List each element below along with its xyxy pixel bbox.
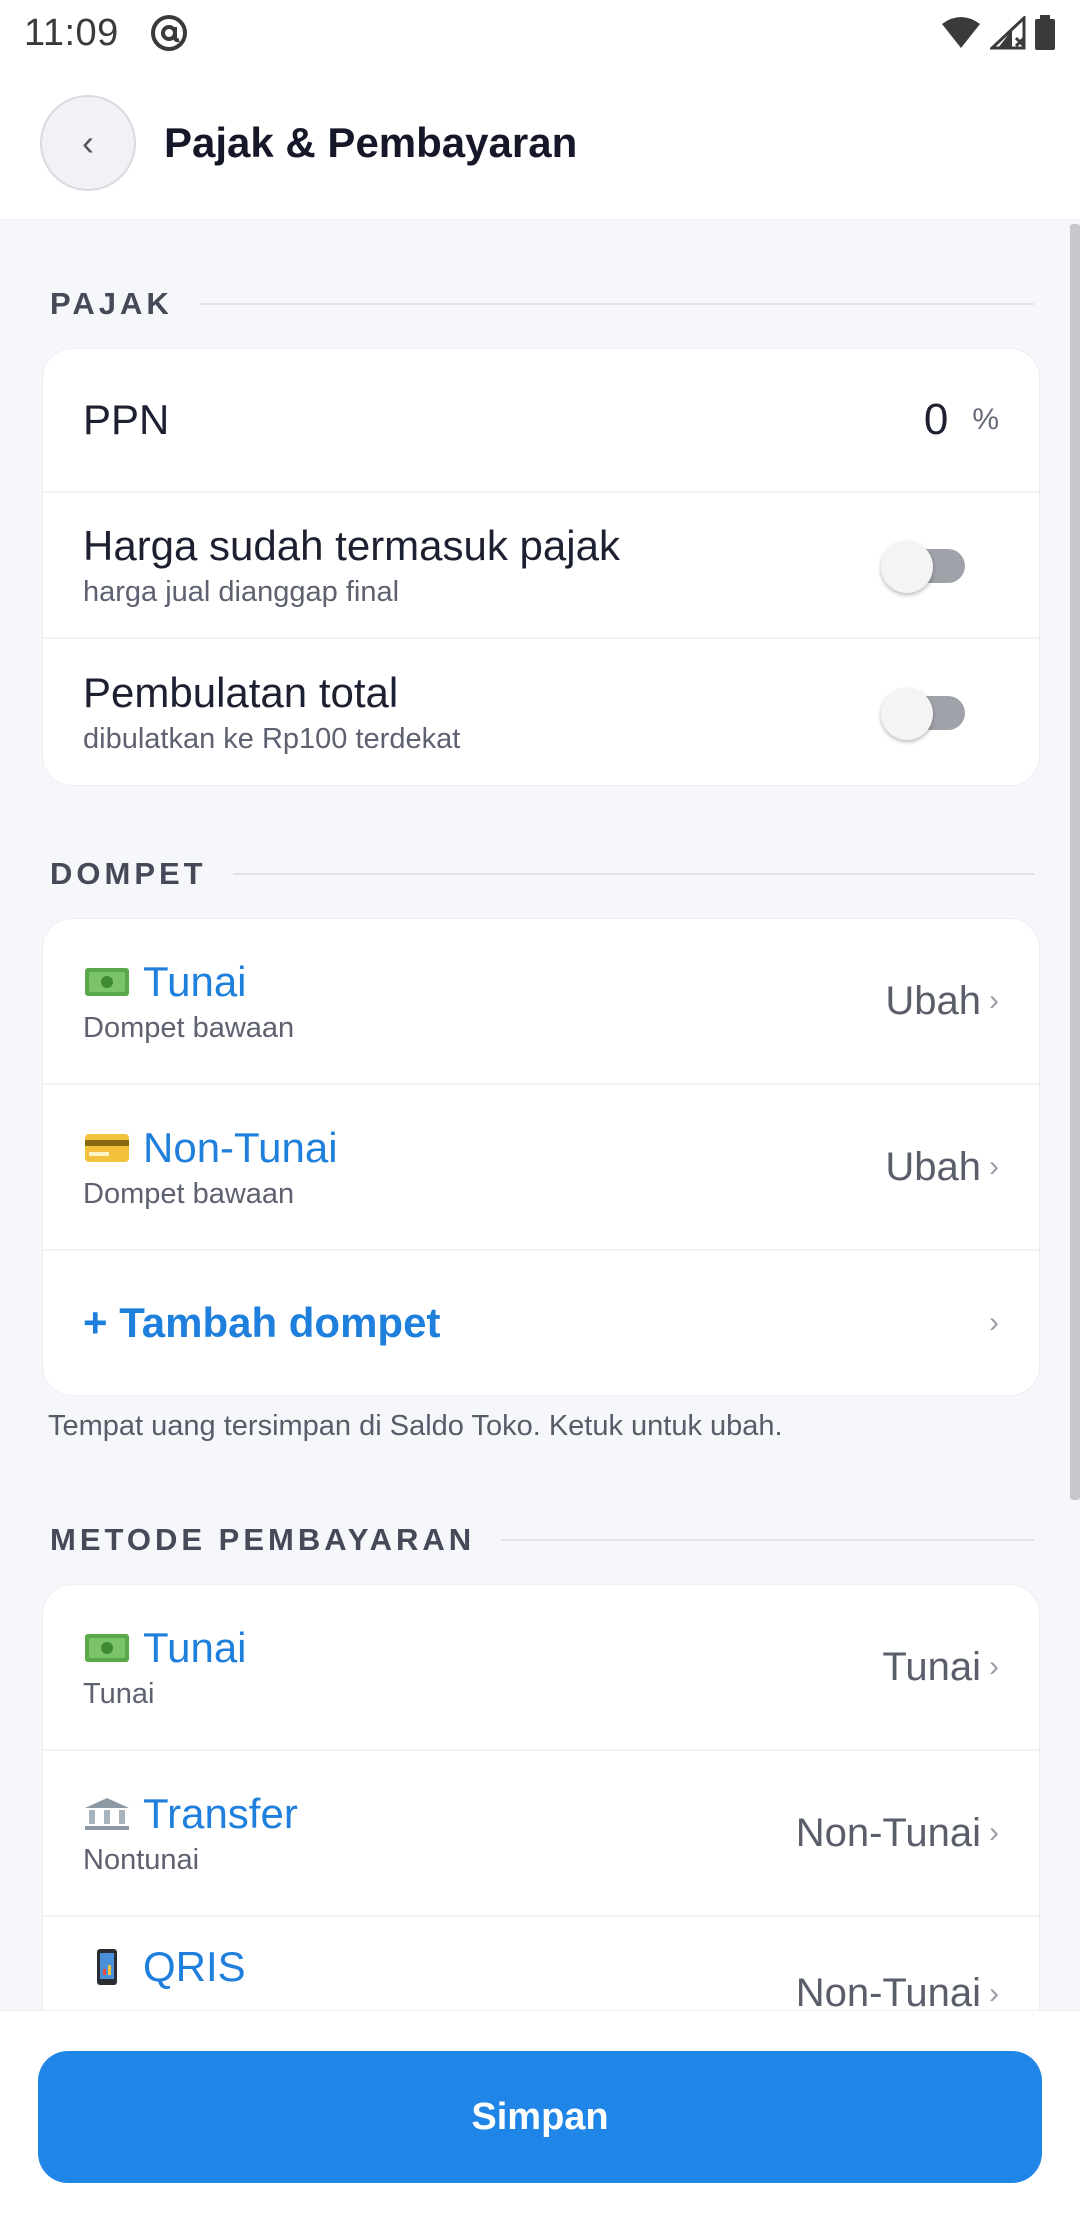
chevron-right-icon: ›: [989, 984, 999, 1017]
divider: [501, 1539, 1034, 1541]
divider: [198, 303, 1034, 305]
rounding-toggle[interactable]: [881, 684, 971, 740]
payment-method-tunai[interactable]: Tunai Tunai Tunai ›: [43, 1585, 1039, 1751]
settings-content[interactable]: PAJAK PPN 0 % Harga sudah termasuk pajak…: [0, 220, 1080, 2010]
edit-wallet-link[interactable]: Ubah: [885, 979, 981, 1024]
divider: [232, 873, 1034, 875]
row-title: Pembulatan total: [83, 668, 399, 716]
payment-method-card: Tunai Tunai Tunai › Transfer Nontunai No…: [42, 1584, 1040, 2010]
wallet-item-tunai[interactable]: Tunai Dompet bawaan Ubah ›: [43, 919, 1039, 1085]
chevron-right-icon: ›: [989, 1306, 999, 1339]
bank-icon: [85, 1797, 129, 1830]
tax-inclusive-toggle[interactable]: [881, 537, 971, 593]
section-header-pajak: PAJAK: [50, 284, 1034, 324]
save-button[interactable]: Simpan: [38, 2051, 1042, 2183]
payment-method-name: QRIS: [143, 1943, 246, 1990]
status-bar: 11:09: [0, 0, 1080, 66]
row-subtitle: harga jual dianggap final: [83, 575, 400, 608]
tax-inclusive-row[interactable]: Harga sudah termasuk pajak harga jual di…: [43, 493, 1039, 639]
ppn-input[interactable]: 0: [924, 395, 948, 445]
row-title: Harga sudah termasuk pajak: [83, 521, 620, 569]
scrollbar[interactable]: [1070, 224, 1080, 1500]
payment-method-transfer[interactable]: Transfer Nontunai Non-Tunai ›: [43, 1751, 1039, 1917]
phone-icon: [97, 1949, 117, 1985]
page-title: Pajak & Pembayaran: [164, 118, 578, 166]
payment-wallet-link[interactable]: Tunai: [882, 1645, 981, 1690]
payment-wallet-link[interactable]: Non-Tunai: [796, 1811, 981, 1856]
card-icon: [85, 1133, 129, 1162]
at-icon: [150, 15, 187, 51]
wallet-desc: Dompet bawaan: [83, 1177, 295, 1210]
payment-method-name: Transfer: [143, 1789, 298, 1837]
section-label: PAJAK: [50, 286, 173, 321]
wifi-icon: [942, 17, 980, 48]
wallet-name: Tunai: [143, 957, 247, 1005]
section-header-metode: METODE PEMBAYARAN: [50, 1520, 1034, 1560]
ppn-label: PPN: [83, 396, 170, 443]
payment-method-desc: Nontunai: [83, 1843, 200, 1876]
status-time: 11:09: [24, 11, 119, 54]
wallet-item-nontunai[interactable]: Non-Tunai Dompet bawaan Ubah ›: [43, 1085, 1039, 1251]
percent-unit: %: [972, 403, 999, 436]
payment-method-name: Tunai: [143, 1623, 247, 1671]
row-subtitle: dibulatkan ke Rp100 terdekat: [83, 722, 461, 755]
chevron-left-icon: ‹: [82, 121, 94, 163]
payment-method-qris[interactable]: QRIS Non-Tunai ›: [43, 1917, 1039, 2010]
wallet-card: Tunai Dompet bawaan Ubah › Non-Tunai Dom…: [42, 918, 1040, 1396]
chevron-right-icon: ›: [989, 1816, 999, 1849]
add-wallet-row[interactable]: + Tambah dompet ›: [43, 1251, 1039, 1395]
section-label: METODE PEMBAYARAN: [50, 1522, 476, 1557]
wallet-hint: Tempat uang tersimpan di Saldo Toko. Ket…: [48, 1410, 783, 1442]
rounding-row[interactable]: Pembulatan total dibulatkan ke Rp100 ter…: [43, 639, 1039, 785]
chevron-right-icon: ›: [989, 1150, 999, 1183]
add-wallet-button[interactable]: + Tambah dompet: [83, 1299, 440, 1347]
footer-bar: Simpan: [0, 2010, 1080, 2220]
section-header-dompet: DOMPET: [50, 854, 1034, 894]
signal-icon: [990, 16, 1026, 50]
payment-wallet-link[interactable]: Non-Tunai: [796, 1971, 981, 2010]
battery-icon: [1035, 15, 1055, 50]
cash-icon: [85, 967, 129, 996]
app-header: ‹ Pajak & Pembayaran: [0, 66, 1080, 220]
edit-wallet-link[interactable]: Ubah: [885, 1145, 981, 1190]
chevron-right-icon: ›: [989, 1650, 999, 1683]
wallet-name: Non-Tunai: [143, 1123, 338, 1171]
ppn-row[interactable]: PPN 0 %: [43, 349, 1039, 493]
cash-icon: [85, 1633, 129, 1662]
wallet-desc: Dompet bawaan: [83, 1011, 295, 1044]
back-button[interactable]: ‹: [40, 94, 136, 191]
payment-method-desc: Tunai: [83, 1677, 155, 1710]
chevron-right-icon: ›: [989, 1976, 999, 2010]
tax-card: PPN 0 % Harga sudah termasuk pajak harga…: [42, 348, 1040, 786]
section-label: DOMPET: [50, 856, 207, 891]
